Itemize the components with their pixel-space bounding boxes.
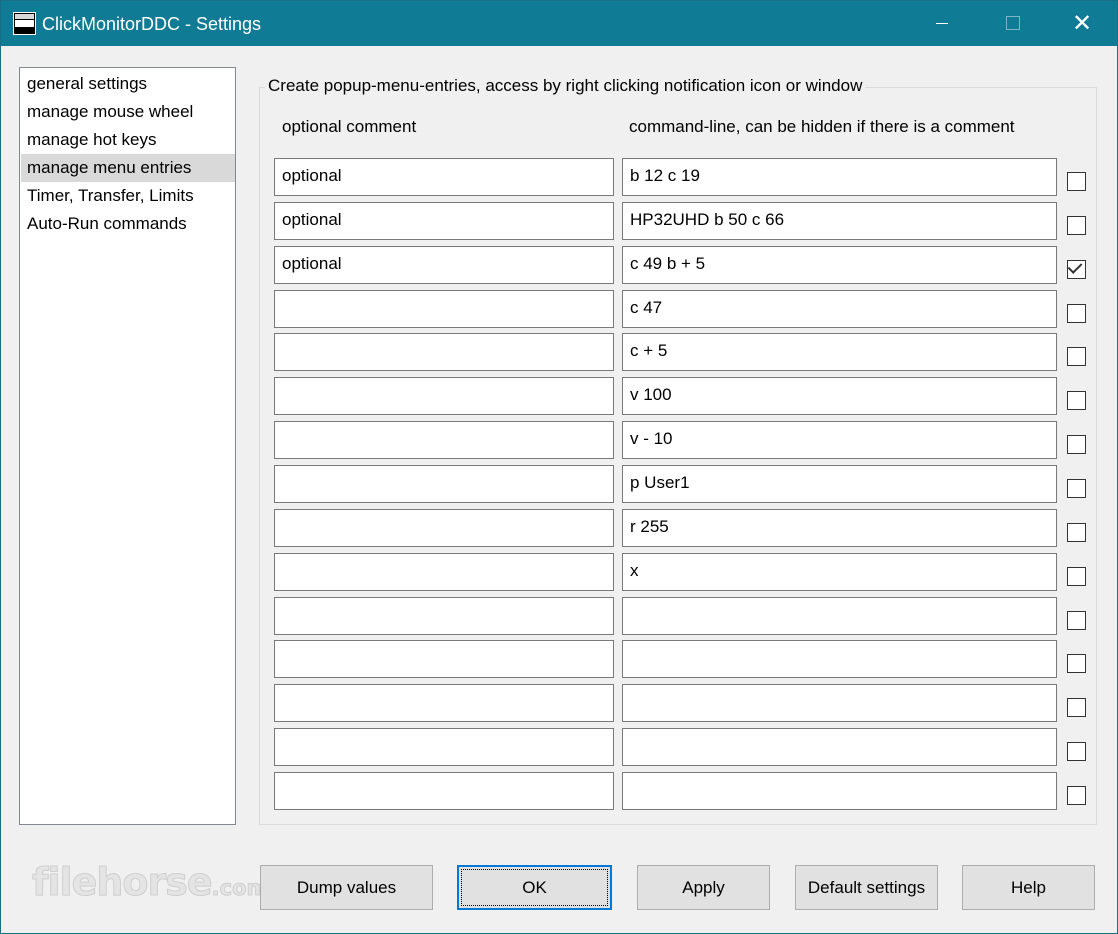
comment-input[interactable]: [274, 728, 614, 766]
comment-input[interactable]: [274, 465, 614, 503]
close-button[interactable]: ✕: [1059, 1, 1105, 46]
command-line-input[interactable]: [622, 597, 1057, 635]
hide-command-checkbox[interactable]: [1067, 567, 1086, 586]
settings-navigation-list[interactable]: general settings manage mouse wheel mana…: [19, 67, 236, 825]
minimize-icon: [936, 23, 948, 24]
hide-command-checkbox[interactable]: [1067, 259, 1086, 279]
hide-command-checkbox[interactable]: [1067, 391, 1086, 410]
ok-button[interactable]: OK: [457, 865, 612, 910]
comment-input[interactable]: optional: [274, 246, 614, 284]
comment-input[interactable]: [274, 772, 614, 810]
focus-rectangle: [461, 869, 608, 906]
nav-item-manage-mouse-wheel[interactable]: manage mouse wheel: [21, 98, 235, 126]
maximize-icon: [1006, 16, 1020, 30]
nav-item-manage-hot-keys[interactable]: manage hot keys: [21, 126, 235, 154]
hide-command-checkbox[interactable]: [1067, 698, 1086, 717]
command-line-input[interactable]: v - 10: [622, 421, 1057, 459]
command-line-input[interactable]: [622, 684, 1057, 722]
command-line-input[interactable]: x: [622, 553, 1057, 591]
command-line-input[interactable]: p User1: [622, 465, 1057, 503]
nav-item-manage-menu-entries[interactable]: manage menu entries: [21, 154, 235, 182]
hide-command-checkbox[interactable]: [1067, 742, 1086, 761]
command-column-header: command-line, can be hidden if there is …: [629, 117, 1015, 136]
comment-input[interactable]: [274, 684, 614, 722]
minimize-button[interactable]: [919, 1, 965, 46]
title-bar[interactable]: ClickMonitorDDC - Settings ✕: [1, 1, 1117, 46]
hide-command-checkbox[interactable]: [1067, 172, 1086, 191]
command-line-input[interactable]: v 100: [622, 377, 1057, 415]
maximize-button[interactable]: [989, 1, 1035, 46]
checkmark-icon: [1067, 259, 1083, 274]
command-line-input[interactable]: [622, 772, 1057, 810]
command-line-input[interactable]: [622, 640, 1057, 678]
window-title: ClickMonitorDDC - Settings: [42, 14, 262, 34]
hide-command-checkbox[interactable]: [1067, 347, 1086, 366]
help-button[interactable]: Help: [962, 865, 1095, 910]
hide-command-checkbox[interactable]: [1067, 523, 1086, 542]
close-icon: ✕: [1071, 10, 1093, 37]
comment-input[interactable]: optional: [274, 158, 614, 196]
group-title: Create popup-menu-entries, access by rig…: [265, 76, 866, 96]
filehorse-watermark: filehorse.com: [32, 860, 269, 905]
comment-input[interactable]: [274, 509, 614, 547]
nav-item-general-settings[interactable]: general settings: [21, 70, 235, 98]
hide-command-checkbox[interactable]: [1067, 216, 1086, 235]
apply-button[interactable]: Apply: [637, 865, 770, 910]
hide-command-checkbox[interactable]: [1067, 654, 1086, 673]
command-line-input[interactable]: c 49 b + 5: [622, 246, 1057, 284]
hide-command-checkbox[interactable]: [1067, 479, 1086, 498]
comment-input[interactable]: optional: [274, 202, 614, 240]
comment-column-header: optional comment: [282, 117, 417, 136]
command-line-input[interactable]: c + 5: [622, 333, 1057, 371]
comment-input[interactable]: [274, 290, 614, 328]
comment-input[interactable]: [274, 333, 614, 371]
default-settings-button[interactable]: Default settings: [795, 865, 938, 910]
hide-command-checkbox[interactable]: [1067, 435, 1086, 454]
app-monitor-icon[interactable]: [13, 12, 36, 35]
comment-input[interactable]: [274, 421, 614, 459]
dump-values-button[interactable]: Dump values: [260, 865, 433, 910]
command-line-input[interactable]: HP32UHD b 50 c 66: [622, 202, 1057, 240]
nav-item-auto-run-commands[interactable]: Auto-Run commands: [21, 210, 235, 238]
hide-command-checkbox[interactable]: [1067, 304, 1086, 323]
hide-command-checkbox[interactable]: [1067, 786, 1086, 805]
hide-command-checkbox[interactable]: [1067, 611, 1086, 630]
nav-item-timer-transfer-limits[interactable]: Timer, Transfer, Limits: [21, 182, 235, 210]
comment-input[interactable]: [274, 597, 614, 635]
command-line-input[interactable]: r 255: [622, 509, 1057, 547]
comment-input[interactable]: [274, 553, 614, 591]
comment-input[interactable]: [274, 377, 614, 415]
command-line-input[interactable]: [622, 728, 1057, 766]
command-line-input[interactable]: c 47: [622, 290, 1057, 328]
command-line-input[interactable]: b 12 c 19: [622, 158, 1057, 196]
comment-input[interactable]: [274, 640, 614, 678]
